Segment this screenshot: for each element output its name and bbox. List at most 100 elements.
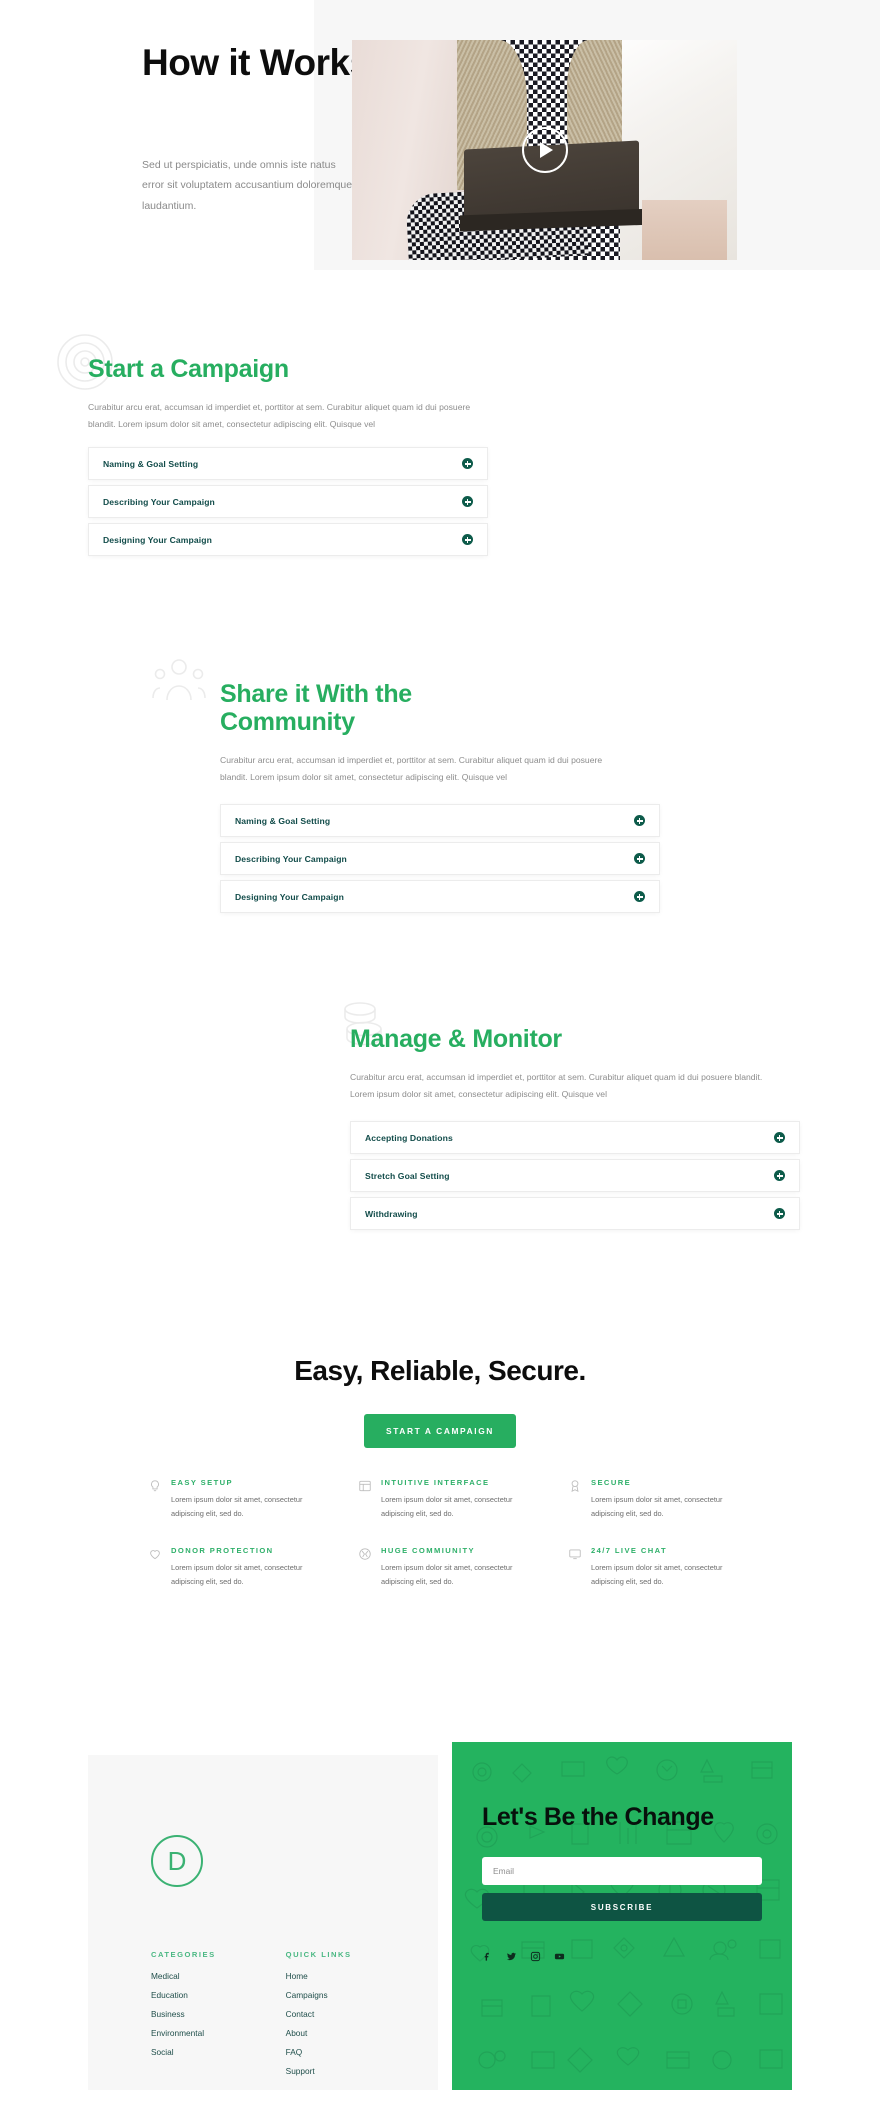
- accordion-item-label: Naming & Goal Setting: [103, 458, 199, 469]
- footer-link[interactable]: Environmental: [151, 2028, 216, 2038]
- plus-circle-icon[interactable]: [634, 891, 645, 903]
- footer-link[interactable]: Contact: [286, 2009, 352, 2019]
- accordion-list: Naming & Goal Setting Describing Your Ca…: [88, 447, 488, 557]
- plus-circle-icon[interactable]: [634, 853, 645, 865]
- section-heading: Manage & Monitor: [350, 1025, 562, 1053]
- play-button-icon[interactable]: [521, 127, 568, 173]
- subscribe-button[interactable]: SUBSCRIBE: [482, 1893, 762, 1922]
- plus-circle-icon[interactable]: [462, 534, 473, 546]
- footer-link[interactable]: Medical: [151, 1971, 216, 1981]
- footer-links-panel: D CATEGORIES Medical Education Business …: [88, 1755, 438, 2090]
- feature-item: HUGE COMMIUNITY Lorem ipsum dolor sit am…: [358, 1546, 538, 1588]
- hero-paragraph: Sed ut perspiciatis, unde omnis iste nat…: [142, 159, 353, 212]
- plus-circle-icon[interactable]: [462, 458, 473, 470]
- section-manage-and-monitor: Manage & Monitor Curabitur arcu erat, ac…: [344, 1002, 800, 1235]
- twitter-icon[interactable]: [506, 1951, 517, 1962]
- feature-item: EASY SETUP Lorem ipsum dolor sit amet, c…: [148, 1478, 328, 1520]
- page-title: How it Works: [142, 42, 370, 83]
- accordion-item-label: Accepting Donations: [365, 1132, 453, 1143]
- footer-link[interactable]: Business: [151, 2009, 216, 2019]
- cta-section: Easy, Reliable, Secure. START A CAMPAIGN: [0, 1355, 880, 1448]
- footer-link[interactable]: Home: [286, 1971, 352, 1981]
- footer-column-title: CATEGORIES: [151, 1950, 216, 1959]
- cta-title: Easy, Reliable, Secure.: [294, 1355, 586, 1386]
- plus-circle-icon[interactable]: [774, 1132, 785, 1144]
- accordion-item[interactable]: Naming & Goal Setting: [220, 804, 660, 838]
- section-heading: Start a Campaign: [88, 355, 289, 383]
- plus-circle-icon[interactable]: [462, 496, 473, 508]
- feature-title: INTUITIVE INTERFACE: [381, 1478, 490, 1487]
- social-links: [482, 1951, 762, 1962]
- feature-text: Lorem ipsum dolor sit amet, consectetur …: [591, 1563, 723, 1587]
- accordion-item[interactable]: Designing Your Campaign: [88, 523, 488, 557]
- feature-text: Lorem ipsum dolor sit amet, consectetur …: [381, 1495, 513, 1518]
- footer-link[interactable]: FAQ: [286, 2047, 352, 2057]
- feature-item: 24/7 LIVE CHAT Lorem ipsum dolor sit ame…: [568, 1546, 748, 1588]
- youtube-icon[interactable]: [554, 1951, 565, 1962]
- plus-circle-icon[interactable]: [634, 815, 645, 827]
- features-grid: EASY SETUP Lorem ipsum dolor sit amet, c…: [148, 1478, 748, 1589]
- feature-title: EASY SETUP: [171, 1478, 233, 1487]
- section-start-a-campaign: Start a Campaign Curabitur arcu erat, ac…: [57, 334, 488, 561]
- accordion-item[interactable]: Naming & Goal Setting: [88, 447, 488, 481]
- section-paragraph: Curabitur arcu erat, accumsan id imperdi…: [220, 755, 603, 783]
- feature-title: HUGE COMMIUNITY: [381, 1546, 475, 1556]
- feature-title: DONOR PROTECTION: [171, 1546, 274, 1556]
- accordion-item-label: Stretch Goal Setting: [365, 1170, 450, 1181]
- feature-text: Lorem ipsum dolor sit amet, consectetur …: [381, 1563, 513, 1587]
- accordion-item[interactable]: Stretch Goal Setting: [350, 1159, 800, 1193]
- people-group-icon: [152, 659, 206, 701]
- accordion-list: Naming & Goal Setting Describing Your Ca…: [220, 804, 660, 914]
- lightbulb-icon: [148, 1479, 162, 1493]
- footer-column-categories: CATEGORIES Medical Education Business En…: [151, 1950, 216, 2085]
- footer-column-title: QUICK LINKS: [285, 1950, 352, 1959]
- accordion-item[interactable]: Accepting Donations: [350, 1121, 800, 1155]
- feature-item: SECURE Lorem ipsum dolor sit amet, conse…: [568, 1478, 748, 1520]
- section-heading: Share it With the Community: [220, 680, 412, 736]
- accordion-item-label: Withdrawing: [365, 1208, 418, 1219]
- footer-column-quick-links: QUICK LINKS Home Campaigns Contact About…: [286, 1950, 352, 2085]
- accordion-item-label: Naming & Goal Setting: [235, 815, 331, 826]
- footer-columns: CATEGORIES Medical Education Business En…: [151, 1950, 352, 2085]
- newsletter-title: Let's Be the Change: [482, 1803, 714, 1831]
- play-triangle-icon: [540, 142, 553, 158]
- start-a-campaign-button[interactable]: START A CAMPAIGN: [364, 1414, 516, 1448]
- feature-text: Lorem ipsum dolor sit amet, consectetur …: [171, 1495, 303, 1518]
- footer-link[interactable]: About: [286, 2028, 352, 2038]
- accordion-item-label: Describing Your Campaign: [235, 853, 347, 864]
- email-input[interactable]: [482, 1857, 762, 1886]
- footer-link[interactable]: Social: [151, 2047, 216, 2057]
- newsletter-panel: Let's Be the Change SUBSCRIBE: [452, 1742, 792, 2090]
- section-paragraph: Curabitur arcu erat, accumsan id imperdi…: [88, 402, 471, 430]
- accordion-item[interactable]: Withdrawing: [350, 1197, 800, 1231]
- hero-section: How it Works Sed ut perspiciatis, unde o…: [0, 0, 880, 300]
- accordion-item-label: Describing Your Campaign: [103, 496, 215, 507]
- feature-text: Lorem ipsum dolor sit amet, consectetur …: [171, 1563, 303, 1587]
- footer-link[interactable]: Education: [151, 1990, 216, 2000]
- plus-circle-icon[interactable]: [774, 1208, 785, 1220]
- feature-item: INTUITIVE INTERFACE Lorem ipsum dolor si…: [358, 1478, 538, 1520]
- monitor-icon: [568, 1547, 582, 1561]
- globe-icon: [358, 1547, 372, 1561]
- accordion-list: Accepting Donations Stretch Goal Setting…: [350, 1121, 800, 1231]
- feature-item: DONOR PROTECTION Lorem ipsum dolor sit a…: [148, 1546, 328, 1588]
- accordion-item-label: Designing Your Campaign: [103, 534, 212, 545]
- logo-letter: D: [167, 1845, 187, 1876]
- footer-link[interactable]: Support: [286, 2066, 352, 2076]
- accordion-item[interactable]: Describing Your Campaign: [88, 485, 488, 519]
- instagram-icon[interactable]: [530, 1951, 541, 1962]
- interface-icon: [358, 1479, 372, 1493]
- heart-icon: [148, 1547, 162, 1561]
- accordion-item[interactable]: Describing Your Campaign: [220, 842, 660, 876]
- feature-title: 24/7 LIVE CHAT: [591, 1546, 668, 1556]
- circle-d-logo[interactable]: D: [151, 1835, 203, 1887]
- section-share-with-community: Share it With the Community Curabitur ar…: [152, 659, 660, 918]
- facebook-icon[interactable]: [482, 1951, 493, 1962]
- plus-circle-icon[interactable]: [774, 1170, 785, 1182]
- feature-text: Lorem ipsum dolor sit amet, consectetur …: [591, 1495, 723, 1518]
- hero-video-thumbnail[interactable]: [352, 40, 737, 260]
- accordion-item-label: Designing Your Campaign: [235, 891, 344, 902]
- accordion-item[interactable]: Designing Your Campaign: [220, 880, 660, 914]
- footer-link[interactable]: Campaigns: [286, 1990, 352, 2000]
- feature-title: SECURE: [591, 1478, 632, 1487]
